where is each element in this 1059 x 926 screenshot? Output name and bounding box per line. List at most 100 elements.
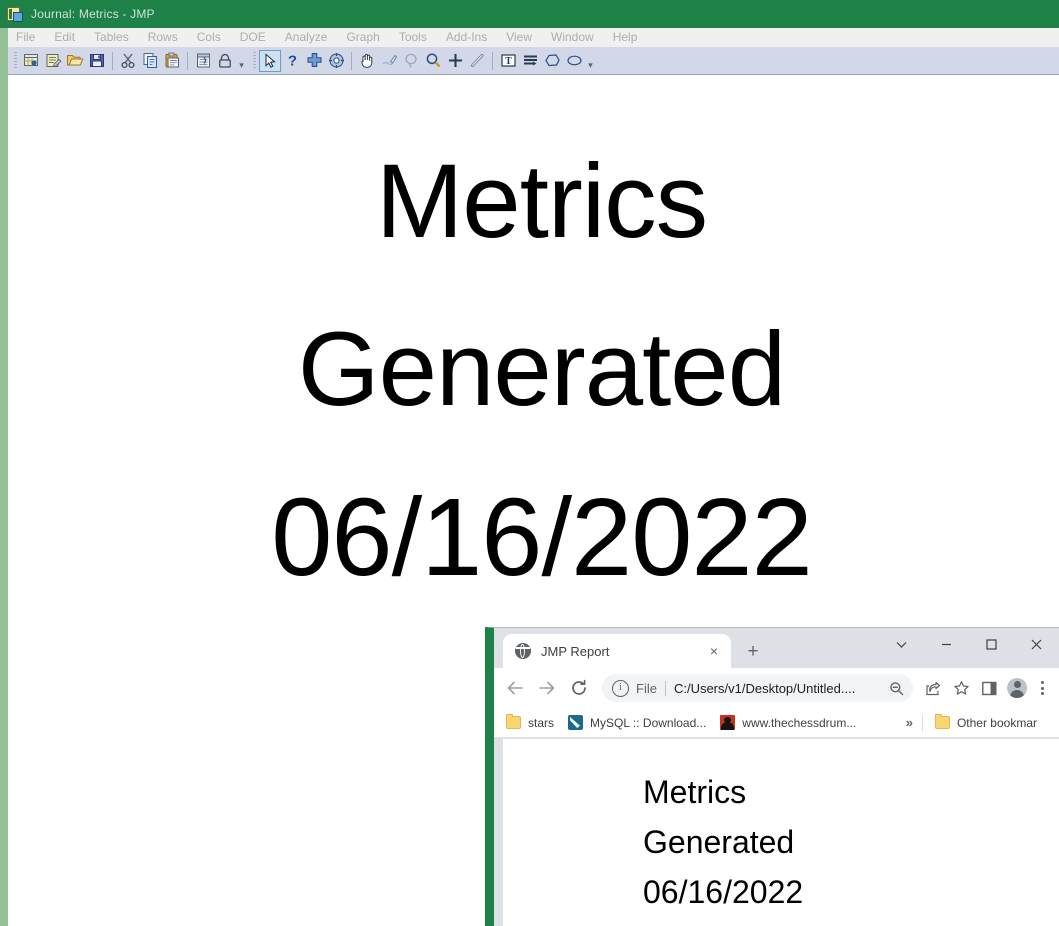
toolbar-separator — [492, 51, 493, 70]
lock-icon[interactable] — [214, 50, 236, 72]
new-script-icon[interactable] — [42, 50, 64, 72]
toolbar-separator — [112, 51, 113, 70]
browser-toolbar: i File C:/Users/v1/Desktop/Untitled.... — [494, 668, 1059, 708]
close-icon[interactable]: × — [705, 642, 723, 660]
browser-tab-strip: JMP Report × + — [494, 628, 1059, 668]
scheme-label: File — [636, 680, 657, 696]
new-tab-button[interactable]: + — [739, 637, 767, 665]
help-tool-icon[interactable]: ? — [281, 50, 303, 72]
toolbar-grip-handle[interactable] — [14, 52, 17, 69]
bookmarks-bar: stars MySQL :: Download... www.thechessd… — [494, 708, 1059, 738]
save-icon[interactable] — [86, 50, 108, 72]
chrome-browser-window: JMP Report × + i File C:/Users/v1/Deskto… — [485, 627, 1059, 926]
other-bookmarks-label: Other bookmar — [956, 715, 1037, 730]
journal-line-metrics: Metrics — [375, 143, 708, 260]
jmp-menu-bar: File Edit Tables Rows Cols DOE Analyze G… — [8, 28, 1059, 47]
bookmarks-divider — [921, 714, 923, 731]
crosshairs-annotate-icon[interactable] — [444, 50, 466, 72]
share-icon[interactable] — [919, 674, 947, 702]
site-info-icon[interactable]: i — [612, 679, 629, 697]
jmp-app-icon — [7, 6, 23, 22]
globe-icon — [515, 643, 531, 659]
minimize-icon[interactable] — [924, 628, 969, 660]
close-icon[interactable] — [1014, 628, 1059, 660]
browser-tab-jmp-report[interactable]: JMP Report × — [503, 634, 731, 668]
menu-item-tables[interactable]: Tables — [94, 28, 129, 47]
lasso-tool-icon[interactable] — [400, 50, 422, 72]
menu-item-cols[interactable]: Cols — [197, 28, 221, 47]
page-line-date: 06/16/2022 — [643, 874, 804, 910]
bookmark-stars[interactable]: stars — [506, 714, 555, 730]
toolbar-separator — [351, 51, 352, 70]
menu-item-window[interactable]: Window — [551, 28, 594, 47]
jmp-title-bar[interactable]: Journal: Metrics - JMP — [0, 0, 1059, 28]
jmp-toolbar: ▾ ? T ▾ — [8, 47, 1059, 75]
menu-item-help[interactable]: Help — [613, 28, 638, 47]
arrow-select-tool-icon[interactable] — [259, 49, 281, 72]
mysql-icon — [568, 715, 584, 730]
scroller-tool-icon[interactable] — [325, 50, 347, 72]
bookmark-thechessdrum[interactable]: www.thechessdrum... — [720, 715, 856, 730]
back-icon[interactable] — [500, 673, 530, 703]
svg-text:?: ? — [287, 53, 296, 70]
bookmarks-overflow-icon[interactable]: » — [906, 715, 913, 730]
menu-item-tools[interactable]: Tools — [399, 28, 427, 47]
paste-icon[interactable] — [161, 50, 183, 72]
journal-line-generated: Generated — [297, 311, 786, 428]
open-file-icon[interactable] — [64, 50, 86, 72]
tab-title: JMP Report — [541, 643, 610, 659]
tools-toolbar-grip-handle[interactable] — [253, 52, 256, 69]
menu-item-rows[interactable]: Rows — [148, 28, 178, 47]
brush-tool-icon[interactable] — [378, 50, 400, 72]
window-controls — [879, 628, 1059, 660]
polygon-tool-icon[interactable] — [541, 50, 563, 72]
toolbar-overflow-chevron[interactable]: ▾ — [236, 49, 247, 73]
data-filter-icon[interactable] — [192, 50, 214, 72]
side-panel-icon[interactable] — [975, 674, 1003, 702]
zoom-out-icon[interactable] — [885, 677, 907, 699]
copy-icon[interactable] — [139, 50, 161, 72]
address-bar[interactable]: i File C:/Users/v1/Desktop/Untitled.... — [602, 674, 913, 702]
reload-icon[interactable] — [564, 673, 594, 703]
chrome-menu-icon[interactable] — [1031, 677, 1053, 699]
url-text[interactable]: C:/Users/v1/Desktop/Untitled.... — [674, 681, 885, 696]
new-data-table-icon[interactable] — [20, 50, 42, 72]
bookmark-star-icon[interactable] — [947, 674, 975, 702]
profile-avatar-icon[interactable] — [1003, 674, 1031, 702]
folder-icon — [934, 714, 950, 729]
forward-icon[interactable] — [532, 673, 562, 703]
text-annotate-icon[interactable]: T — [497, 50, 519, 72]
maximize-icon[interactable] — [969, 628, 1014, 660]
journal-text-block: Metrics Generated 06/16/2022 — [16, 118, 1059, 622]
omnibox-divider — [664, 680, 666, 696]
other-bookmarks-button[interactable]: Other bookmar — [934, 714, 1037, 730]
menu-item-doe[interactable]: DOE — [240, 28, 266, 47]
magnifier-tool-icon[interactable] — [422, 50, 444, 72]
bookmark-label: stars — [528, 715, 555, 730]
grabber-hand-tool-icon[interactable] — [356, 50, 378, 72]
chessdrum-icon — [720, 715, 736, 730]
line-tool-icon[interactable] — [466, 50, 488, 72]
menu-item-graph[interactable]: Graph — [346, 28, 379, 47]
page-line-metrics: Metrics — [643, 774, 747, 810]
toolbar-separator — [187, 51, 188, 70]
chevron-down-icon[interactable] — [879, 628, 924, 660]
browser-page-content: Metrics Generated 06/16/2022 — [503, 739, 1059, 926]
bookmark-mysql[interactable]: MySQL :: Download... — [568, 715, 706, 730]
menu-item-edit[interactable]: Edit — [54, 28, 75, 47]
menu-item-view[interactable]: View — [506, 28, 532, 47]
folder-icon — [506, 714, 521, 729]
crosshair-tool-icon[interactable] — [303, 50, 325, 72]
journal-line-date: 06/16/2022 — [271, 476, 813, 599]
jmp-window-title: Journal: Metrics - JMP — [31, 7, 155, 21]
cut-icon[interactable] — [117, 50, 139, 72]
tools-overflow-chevron[interactable]: ▾ — [585, 49, 596, 73]
page-line-generated: Generated — [643, 824, 795, 860]
menu-item-file[interactable]: File — [16, 28, 35, 47]
menu-item-analyze[interactable]: Analyze — [285, 28, 328, 47]
bookmark-label: www.thechessdrum... — [742, 715, 857, 730]
svg-text:T: T — [505, 56, 512, 67]
menu-item-add-ins[interactable]: Add-Ins — [446, 28, 487, 47]
oval-tool-icon[interactable] — [563, 50, 585, 72]
simple-shape-icon[interactable] — [519, 50, 541, 72]
